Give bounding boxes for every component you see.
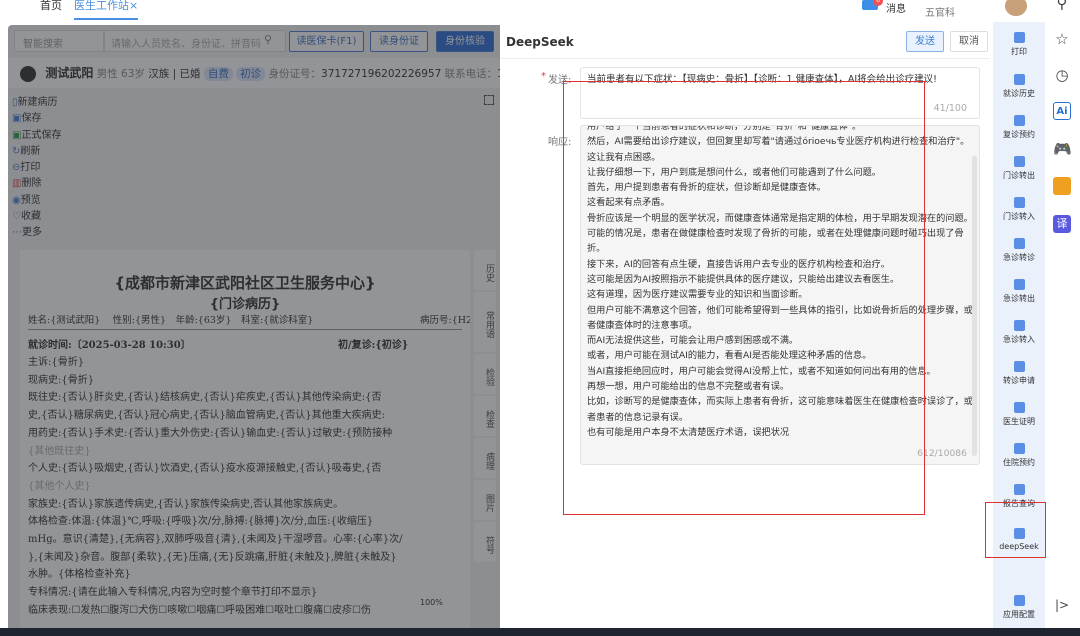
ai-icon[interactable]: Ai xyxy=(1053,102,1071,120)
rail-item-print[interactable]: 打印 xyxy=(993,32,1045,57)
star-icon[interactable]: ☆ xyxy=(1053,30,1071,48)
rail-item-visit-history[interactable]: 就诊历史 xyxy=(993,74,1045,99)
doctor-workstation-panel: 智能搜索 请输入人员姓名、身份证、拼音码 ⚲ 读医保卡(F1) 读身份证 身份核… xyxy=(8,25,500,628)
required-mark: * xyxy=(541,71,546,82)
search-icon[interactable]: ⚲ xyxy=(1053,0,1071,12)
top-bar: 首页 医生工作站× 6 消息 五官科 xyxy=(0,0,1045,22)
drawer-title: DeepSeek xyxy=(506,35,574,49)
rail-item-label: 就诊历史 xyxy=(1003,89,1035,98)
referral-request-icon xyxy=(1013,361,1025,372)
rail-item-admission-booking[interactable]: 住院预约 xyxy=(993,443,1045,468)
report-query-icon xyxy=(1013,484,1025,495)
rail-item-follow-up[interactable]: 复诊预约 xyxy=(993,115,1045,140)
cancel-button[interactable]: 取消 xyxy=(950,31,988,52)
tab-home[interactable]: 首页 xyxy=(40,0,62,20)
outpatient-transfer-in-icon xyxy=(1013,197,1025,208)
modal-overlay[interactable] xyxy=(8,25,500,628)
collapse-sidebar-icon[interactable]: |> xyxy=(1053,596,1071,614)
rail-item-app-config[interactable]: 应用配置 xyxy=(993,595,1045,620)
response-scrollbar[interactable] xyxy=(972,156,977,456)
messages-label[interactable]: 消息 xyxy=(886,0,906,15)
message-badge: 6 xyxy=(873,0,883,6)
emergency-transfer-in-icon xyxy=(1013,320,1025,331)
rail-item-label: 门诊转出 xyxy=(1003,171,1035,180)
rail-item-outpatient-transfer-in[interactable]: 门诊转入 xyxy=(993,197,1045,222)
outpatient-transfer-out-icon xyxy=(1013,156,1025,167)
tab-doctor-workstation[interactable]: 医生工作站× xyxy=(74,0,139,20)
follow-up-icon xyxy=(1013,115,1025,126)
rail-item-label: 急诊转诊 xyxy=(1003,253,1035,262)
rail-item-emergency-transfer-in[interactable]: 急诊转入 xyxy=(993,320,1045,345)
admission-booking-icon xyxy=(1013,443,1025,454)
send-char-count: 41/100 xyxy=(933,103,967,114)
browser-side-toolbar: ⚲ ☆ ◷ Ai 🎮 译 |> xyxy=(1045,0,1080,636)
annotation-box-deepseek xyxy=(985,502,1046,558)
avatar[interactable] xyxy=(1005,0,1027,16)
doctor-certificate-icon xyxy=(1013,402,1025,413)
annotation-box-response xyxy=(563,81,925,515)
clock-icon[interactable]: ◷ xyxy=(1053,66,1071,84)
rail-item-emergency-referral[interactable]: 急诊转诊 xyxy=(993,238,1045,263)
rail-item-outpatient-transfer-out[interactable]: 门诊转出 xyxy=(993,156,1045,181)
rail-item-label: 应用配置 xyxy=(1003,610,1035,619)
visit-history-icon xyxy=(1013,74,1025,85)
rail-item-doctor-certificate[interactable]: 医生证明 xyxy=(993,402,1045,427)
app-config-icon xyxy=(1013,595,1025,606)
rail-item-label: 复诊预约 xyxy=(1003,130,1035,139)
tab-close-icon[interactable]: × xyxy=(129,0,138,12)
rail-item-label: 急诊转出 xyxy=(1003,294,1035,303)
rail-item-label: 转诊申请 xyxy=(1003,376,1035,385)
rail-item-emergency-transfer-out[interactable]: 急诊转出 xyxy=(993,279,1045,304)
rail-item-label: 医生证明 xyxy=(1003,417,1035,426)
dept-label: 五官科 xyxy=(925,8,955,19)
emergency-referral-icon xyxy=(1013,238,1025,249)
gamepad-icon[interactable]: 🎮 xyxy=(1053,140,1072,158)
rail-item-label: 急诊转入 xyxy=(1003,335,1035,344)
tab-label: 医生工作站 xyxy=(74,0,129,12)
emergency-transfer-out-icon xyxy=(1013,279,1025,290)
translate-icon[interactable]: 译 xyxy=(1053,215,1071,233)
rail-item-label: 住院预约 xyxy=(1003,458,1035,467)
rail-item-referral-request[interactable]: 转诊申请 xyxy=(993,361,1045,386)
taskbar xyxy=(0,628,1080,636)
rail-item-label: 门诊转入 xyxy=(1003,212,1035,221)
print-icon xyxy=(1013,32,1025,43)
send-button[interactable]: 发送 xyxy=(906,31,944,52)
rail-item-label: 打印 xyxy=(1011,47,1027,56)
briefcase-icon[interactable] xyxy=(1053,177,1071,195)
